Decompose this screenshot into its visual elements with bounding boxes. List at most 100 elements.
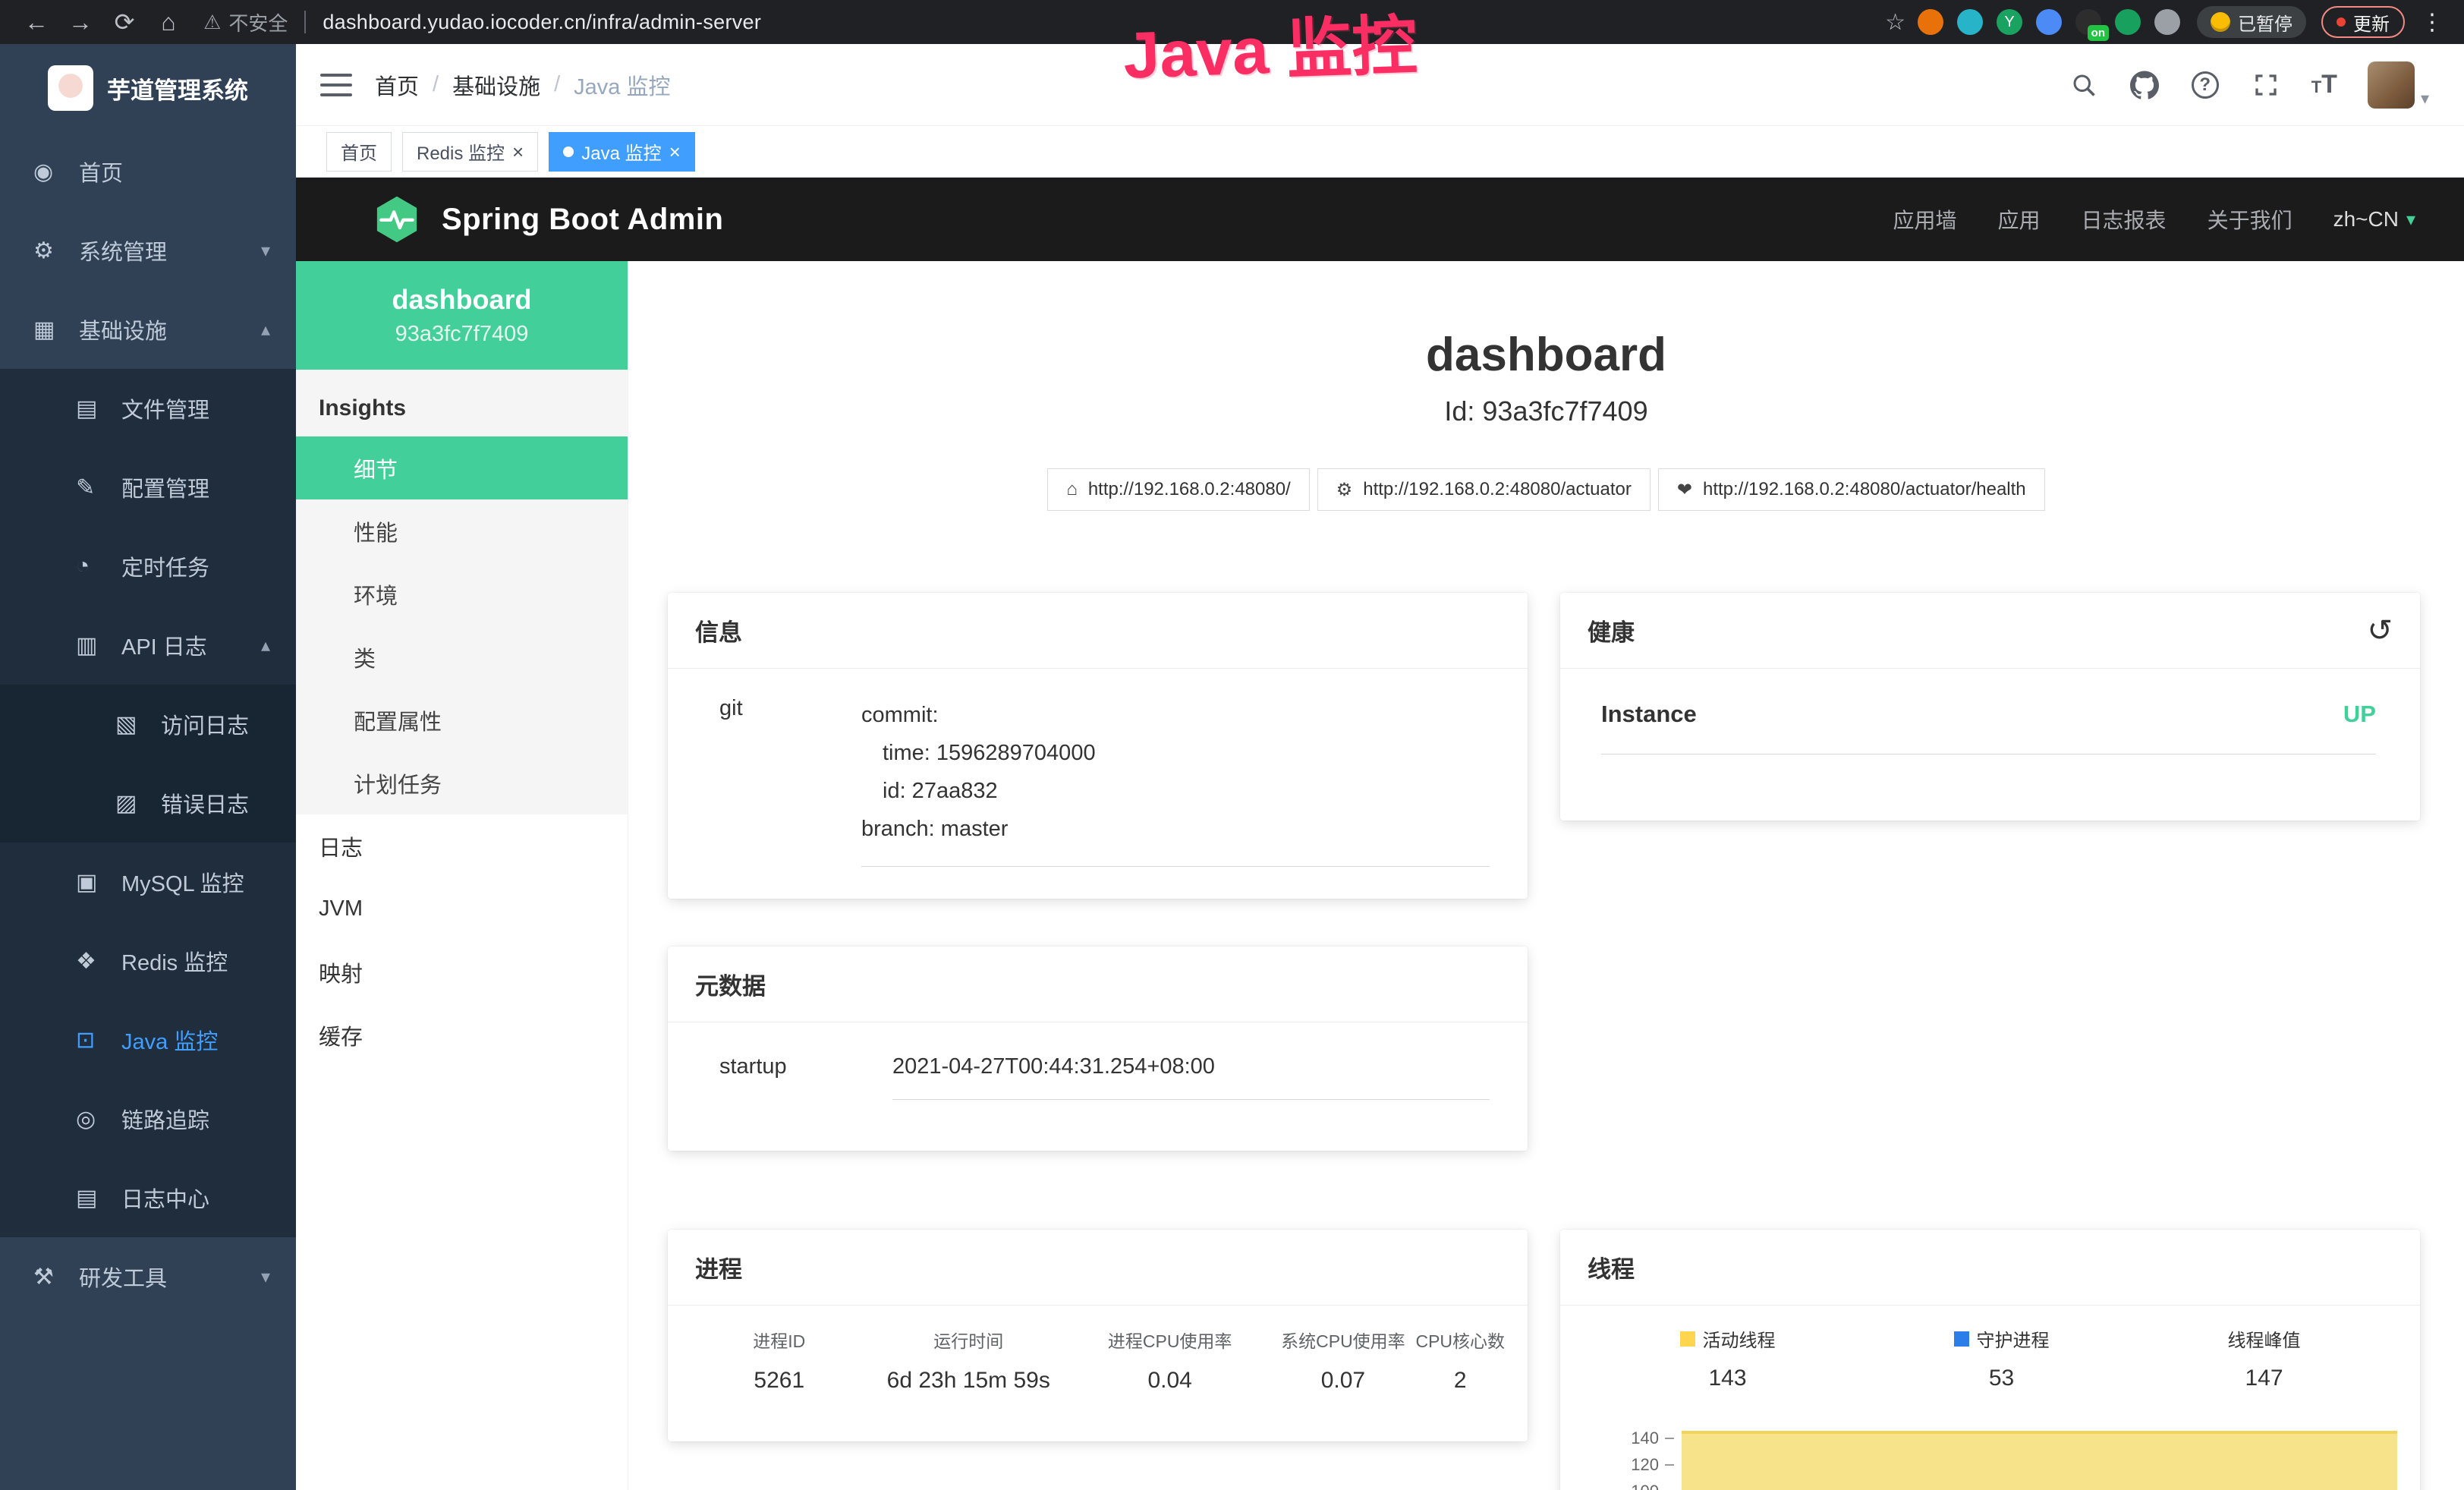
status-badge: UP bbox=[2343, 701, 2376, 728]
info-value-line: branch: master bbox=[861, 810, 1490, 848]
health-link-icon: ❤ bbox=[1677, 479, 1692, 501]
user-avatar[interactable]: ▾ bbox=[2368, 61, 2429, 109]
tracing-icon: ◎ bbox=[76, 1106, 111, 1132]
instance-menu-item[interactable]: JVM bbox=[296, 877, 628, 940]
sidebar-item[interactable]: ▦ 基础设施 ▴ bbox=[0, 290, 296, 369]
legend-label: 线程峰值 bbox=[2228, 1325, 2301, 1352]
sidebar-item[interactable]: ◔ 定时任务 bbox=[0, 527, 296, 606]
breadcrumb-item[interactable]: 首页 bbox=[375, 69, 419, 101]
paused-badge[interactable]: 已暂停 bbox=[2197, 6, 2306, 38]
bookmark-star-icon[interactable]: ☆ bbox=[1885, 9, 1905, 36]
history-icon[interactable]: ↺ bbox=[2367, 613, 2393, 648]
sidebar-item[interactable]: ⚒ 研发工具 ▾ bbox=[0, 1237, 296, 1316]
tag[interactable]: Java 监控 × bbox=[549, 132, 695, 172]
info-card-body: git commit: time: 1596289704000 id: 27aa… bbox=[668, 669, 1528, 867]
sidebar-item[interactable]: ▨ 错误日志 bbox=[0, 764, 296, 843]
process-column-header: 运行时间 bbox=[933, 1327, 1003, 1353]
sidebar-item[interactable]: ▥ API 日志 ▴ bbox=[0, 606, 296, 685]
extension-blue-icon[interactable] bbox=[2036, 9, 2062, 35]
update-button[interactable]: 更新 bbox=[2321, 6, 2405, 38]
instance-menu-item[interactable]: 缓存 bbox=[296, 1003, 628, 1066]
language-selector[interactable]: zh~CN ▾ bbox=[2333, 207, 2415, 232]
sidebar-item[interactable]: ▤ 文件管理 bbox=[0, 369, 296, 448]
legend-value: 53 bbox=[1989, 1366, 2014, 1391]
legend-label: 守护进程 bbox=[1977, 1325, 2050, 1352]
sidebar-item[interactable]: ⊡ Java 监控 bbox=[0, 1000, 296, 1079]
hamburger-icon[interactable] bbox=[320, 74, 352, 96]
instance-header[interactable]: dashboard 93a3fc7f7409 bbox=[296, 261, 628, 370]
process-cell: 进程CPU使用率 0.04 bbox=[1069, 1327, 1270, 1394]
help-icon[interactable]: ? bbox=[2190, 70, 2220, 100]
cards-column-right: 健康 ↺ Instance UP 线程 bbox=[1560, 593, 2420, 1490]
instance-menu-item[interactable]: 日志 bbox=[296, 814, 628, 877]
insights-item[interactable]: 类 bbox=[296, 625, 628, 688]
extension-orange-icon[interactable] bbox=[1918, 9, 1943, 35]
search-icon[interactable] bbox=[2069, 70, 2099, 100]
fullscreen-icon[interactable] bbox=[2251, 70, 2281, 100]
page-title: dashboard bbox=[628, 328, 2464, 382]
sidebar-item[interactable]: ⚙ 系统管理 ▾ bbox=[0, 211, 296, 290]
insights-item[interactable]: 计划任务 bbox=[296, 751, 628, 814]
breadcrumb-separator: / bbox=[433, 72, 439, 97]
breadcrumb-item[interactable]: 基础设施 bbox=[452, 69, 540, 101]
insights-item[interactable]: 配置属性 bbox=[296, 688, 628, 751]
font-size-icon[interactable]: TT bbox=[2311, 70, 2337, 99]
tag[interactable]: 首页 bbox=[326, 132, 392, 172]
extension-green-y-icon[interactable]: Y bbox=[1997, 9, 2022, 35]
breadcrumb-separator: / bbox=[554, 72, 560, 97]
extension-leaf-icon[interactable] bbox=[2115, 9, 2141, 35]
sidebar-item-label: 基础设施 bbox=[79, 313, 167, 345]
breadcrumb: 首页 / 基础设施 / Java 监控 bbox=[375, 69, 670, 101]
legend-label: 活动线程 bbox=[1703, 1325, 1776, 1352]
breadcrumb-item[interactable]: Java 监控 bbox=[574, 69, 670, 101]
info-card: 信息 git commit: time: 1596289704000 id: 2… bbox=[668, 593, 1528, 899]
tag-close-icon[interactable]: × bbox=[512, 142, 524, 162]
sba-title[interactable]: Spring Boot Admin bbox=[442, 203, 723, 237]
github-icon[interactable] bbox=[2129, 70, 2160, 100]
forward-icon[interactable]: → bbox=[61, 8, 100, 36]
instance-sidebar: dashboard 93a3fc7f7409 Insights 细节 性能 环境… bbox=[296, 261, 628, 1490]
sidebar-item[interactable]: ▣ MySQL 监控 bbox=[0, 843, 296, 921]
security-indicator[interactable]: ⚠ 不安全 bbox=[203, 8, 288, 36]
sba-nav-link[interactable]: 关于我们 bbox=[2208, 204, 2292, 235]
insights-item[interactable]: 细节 bbox=[296, 436, 628, 499]
extension-puzzle-icon[interactable] bbox=[2154, 9, 2180, 35]
security-label: 不安全 bbox=[228, 8, 288, 36]
browser-menu-icon[interactable]: ⋮ bbox=[2417, 9, 2447, 36]
sidebar-item-label: 研发工具 bbox=[79, 1261, 167, 1293]
instance-link-button[interactable]: ❤ http://192.168.0.2:48080/actuator/heal… bbox=[1658, 468, 2045, 511]
app-logo bbox=[48, 65, 93, 111]
y-axis-tick: 100 bbox=[1560, 1478, 1674, 1490]
sidebar-item[interactable]: ✎ 配置管理 bbox=[0, 448, 296, 527]
sba-nav-link[interactable]: 日志报表 bbox=[2082, 204, 2167, 235]
instance-menu-item[interactable]: 映射 bbox=[296, 940, 628, 1003]
back-icon[interactable]: ← bbox=[17, 8, 56, 36]
sidebar-item-label: MySQL 监控 bbox=[121, 866, 244, 898]
navbar-actions: ? TT ▾ bbox=[2069, 61, 2464, 109]
sidebar-item[interactable]: ▧ 访问日志 bbox=[0, 685, 296, 764]
instance-link-button[interactable]: ⚙ http://192.168.0.2:48080/actuator bbox=[1317, 468, 1651, 511]
instance-link-button[interactable]: ⌂ http://192.168.0.2:48080/ bbox=[1047, 468, 1309, 511]
tag-close-icon[interactable]: × bbox=[669, 142, 681, 162]
insights-item[interactable]: 性能 bbox=[296, 499, 628, 562]
app-sidebar: 芋道管理系统 ◉ 首页 ⚙ 系统管理 ▾ ▦ 基础设施 ▴ ▤ 文 bbox=[0, 44, 296, 1490]
sidebar-item[interactable]: ◎ 链路追踪 bbox=[0, 1079, 296, 1158]
sidebar-item[interactable]: ▤ 日志中心 bbox=[0, 1158, 296, 1237]
sidebar-item[interactable]: ❖ Redis 监控 bbox=[0, 921, 296, 1000]
sidebar-item[interactable]: ◉ 首页 bbox=[0, 132, 296, 211]
process-card-header: 进程 bbox=[668, 1230, 1528, 1306]
extension-teal-icon[interactable] bbox=[1957, 9, 1983, 35]
reload-icon[interactable]: ⟳ bbox=[105, 8, 144, 36]
info-card-header: 信息 bbox=[668, 593, 1528, 669]
sba-nav-link[interactable]: 应用墙 bbox=[1893, 204, 1957, 235]
chevron-icon: ▴ bbox=[261, 635, 270, 657]
insights-item[interactable]: 环境 bbox=[296, 562, 628, 625]
legend-item: 线程峰值 147 bbox=[2228, 1325, 2301, 1391]
address-url[interactable]: dashboard.yudao.iocoder.cn/infra/admin-s… bbox=[323, 11, 761, 34]
extension-dark-on-icon[interactable]: on bbox=[2075, 9, 2101, 35]
tag[interactable]: Redis 监控 × bbox=[402, 132, 538, 172]
home-icon[interactable]: ⌂ bbox=[149, 8, 188, 36]
sba-nav-link[interactable]: 应用 bbox=[1998, 204, 2041, 235]
health-card-header: 健康 ↺ bbox=[1560, 593, 2420, 669]
actuator-link-icon: ⚙ bbox=[1336, 479, 1353, 501]
